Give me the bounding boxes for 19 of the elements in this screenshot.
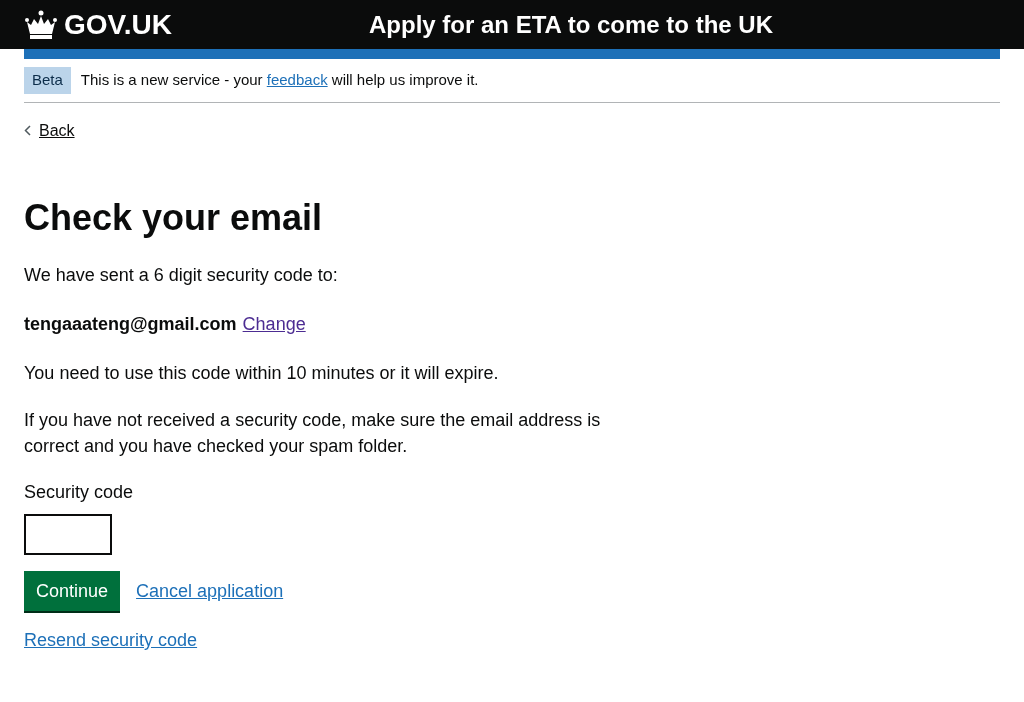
feedback-link[interactable]: feedback [266,71,328,88]
service-name: Apply for an ETA to come to the UK [369,9,773,40]
security-code-field[interactable] [24,514,112,555]
sent-text: We have sent a 6 digit security code to: [24,264,339,287]
cancel-link[interactable]: Cancel application [136,577,284,605]
phase-banner-text: This is a new service - your feedback will help us improve it. [80,70,479,90]
help-text: If you have not received a security code, make sure the email address is correct and you have checked your spam folder. [24,409,602,458]
page-heading: Check your email [24,196,324,240]
field-label: Security code [24,481,135,504]
resend-link[interactable]: Resend security code [24,627,198,654]
back-link[interactable]: Back [24,118,75,143]
email-address: tengaaateng@gmail.com [24,313,237,336]
chevron-left-icon [24,125,31,136]
crown-icon [24,9,58,40]
govuk-logo-link[interactable]: GOV.UK [24,3,324,46]
change-link[interactable]: Change [242,311,306,338]
beta-tag: Beta [24,67,71,94]
expiry-text: You need to use this code within 10 minutes or it will expire. [24,362,500,385]
continue-button[interactable]: Continue [24,571,121,611]
